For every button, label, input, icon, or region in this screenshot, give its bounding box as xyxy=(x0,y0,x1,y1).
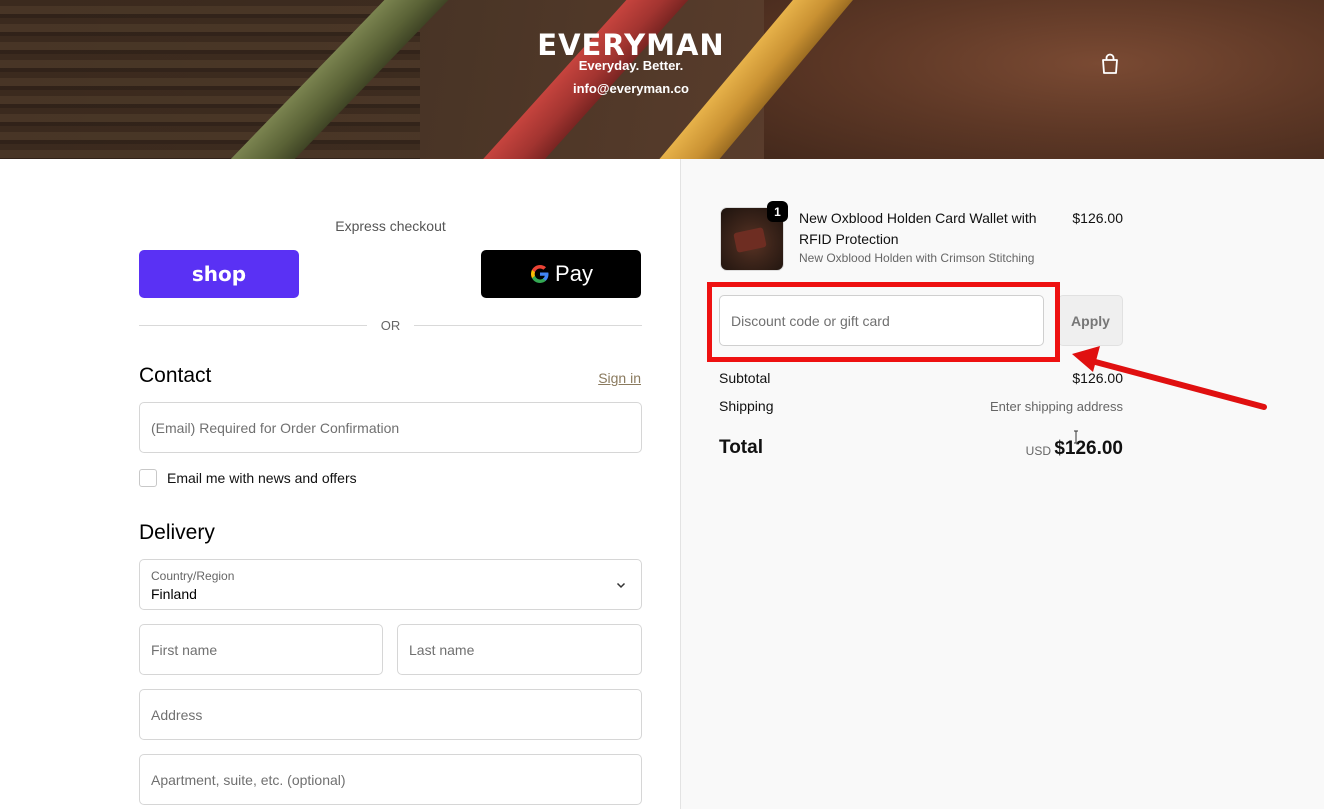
product-name: New Oxblood Holden Card Wallet with RFID… xyxy=(799,210,1037,247)
brand-email: info@everyman.co xyxy=(573,81,689,96)
leather-background xyxy=(764,0,1324,159)
country-label: Country/Region xyxy=(151,569,235,583)
apartment-input[interactable] xyxy=(140,755,641,804)
google-pay-button[interactable]: Pay xyxy=(481,250,641,298)
last-name-input[interactable] xyxy=(398,625,641,674)
quantity-badge: 1 xyxy=(767,201,788,222)
total-row: Total USD $126.00 xyxy=(719,437,1123,459)
last-name-wrapper xyxy=(397,624,642,675)
currency-code: USD xyxy=(1025,444,1051,458)
or-divider: OR xyxy=(139,318,642,334)
email-input[interactable] xyxy=(140,403,641,452)
subtotal-value: $126.00 xyxy=(1072,370,1123,386)
discount-field-wrapper xyxy=(719,295,1044,346)
delivery-heading: Delivery xyxy=(139,521,215,544)
header-banner: EVERYMAN Everyday. Better. info@everyman… xyxy=(0,0,1324,159)
subtotal-row: Subtotal $126.00 xyxy=(719,370,1123,386)
first-name-wrapper xyxy=(139,624,383,675)
apply-discount-button[interactable]: Apply xyxy=(1058,295,1123,346)
first-name-input[interactable] xyxy=(140,625,382,674)
contact-heading: Contact xyxy=(139,364,212,387)
newsletter-label[interactable]: Email me with news and offers xyxy=(167,470,357,486)
shipping-label: Shipping xyxy=(719,398,774,414)
email-field-wrapper xyxy=(139,402,642,453)
country-select[interactable]: Country/Region Finland xyxy=(139,559,642,610)
sign-in-link[interactable]: Sign in xyxy=(560,370,641,386)
shop-pay-button[interactable]: shop xyxy=(139,250,299,298)
country-value: Finland xyxy=(151,586,197,602)
subtotal-label: Subtotal xyxy=(719,370,771,386)
brand-logo[interactable]: EVERYMAN xyxy=(0,28,1262,62)
total-value: $126.00 xyxy=(1054,438,1123,459)
shop-pay-label: shop xyxy=(191,262,247,286)
discount-code-input[interactable] xyxy=(720,296,1043,345)
wallet-image xyxy=(733,227,767,253)
express-checkout-label: Express checkout xyxy=(335,218,446,234)
shopping-bag-icon[interactable] xyxy=(1100,53,1120,75)
google-pay-label: Pay xyxy=(555,261,593,286)
shipping-row: Shipping Enter shipping address xyxy=(719,398,1123,414)
google-g-icon xyxy=(531,265,549,283)
product-price: $126.00 xyxy=(1072,210,1123,226)
shipping-value: Enter shipping address xyxy=(990,399,1123,414)
brand-tagline: Everyday. Better. xyxy=(578,58,684,73)
divider-line-right xyxy=(414,325,642,326)
total-label: Total xyxy=(719,437,763,458)
apartment-wrapper xyxy=(139,754,642,805)
chevron-down-icon xyxy=(616,582,626,589)
address-input[interactable] xyxy=(140,690,641,739)
address-wrapper xyxy=(139,689,642,740)
newsletter-row: Email me with news and offers xyxy=(139,468,357,488)
product-variant: New Oxblood Holden with Crimson Stitchin… xyxy=(799,251,1035,265)
newsletter-checkbox[interactable] xyxy=(139,469,157,487)
